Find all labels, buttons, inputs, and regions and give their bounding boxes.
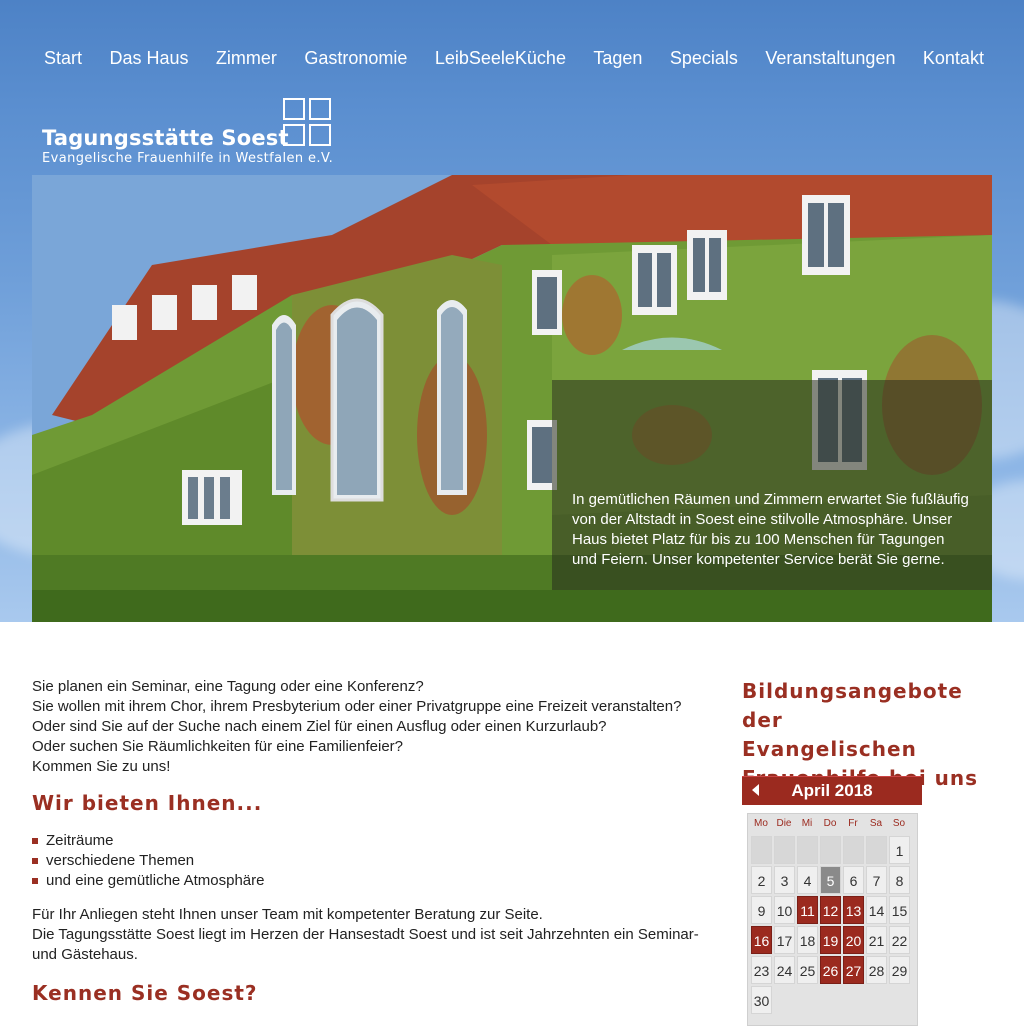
sidebar-heading-line: Evangelischen	[742, 737, 917, 761]
weekday-label: Die	[776, 818, 792, 829]
calendar-day: 6	[843, 866, 864, 894]
calendar-empty-cell	[797, 836, 818, 864]
team-text: Für Ihr Anliegen steht Ihnen unser Team …	[32, 905, 722, 965]
nav-item-kontakt[interactable]: Kontakt	[913, 46, 994, 71]
nav-item-dashaus[interactable]: Das Haus	[99, 46, 198, 71]
calendar-empty-cell	[774, 836, 795, 864]
calendar-day: 17	[774, 926, 795, 954]
calendar-day: 3	[774, 866, 795, 894]
calendar-empty-cell	[843, 836, 864, 864]
intro-line: Oder sind Sie auf der Suche nach einem Z…	[32, 718, 607, 735]
calendar: Mo Die Mi Do Fr Sa So 1 2 3 4 5 6 7 8 9 10 11 12 13 14 15 16 17…	[747, 813, 918, 1026]
nav-item-gastronomie[interactable]: Gastronomie	[294, 46, 417, 71]
main-content: Sie planen ein Seminar, eine Tagung oder…	[32, 677, 722, 1003]
intro-line: Sie wollen mit ihrem Chor, ihrem Presbyt…	[32, 698, 682, 715]
calendar-day: 5	[820, 866, 841, 894]
nav-item-zimmer[interactable]: Zimmer	[206, 46, 287, 71]
hero-image: In gemütlichen Räumen und Zimmern erwart…	[32, 175, 992, 622]
calendar-empty-cell	[820, 836, 841, 864]
calendar-empty-cell	[866, 836, 887, 864]
calendar-day: 25	[797, 956, 818, 984]
main-nav: Start Das Haus Zimmer Gastronomie LeibSeeleK…	[34, 46, 994, 71]
soest-heading: Kennen Sie Soest?	[32, 981, 258, 1005]
offer-heading: Wir bieten Ihnen...	[32, 791, 263, 815]
calendar-day: 4	[797, 866, 818, 894]
calendar-day: 30	[751, 986, 772, 1014]
calendar-day: 15	[889, 896, 910, 924]
weekday-label: Sa	[869, 818, 883, 829]
offer-item: verschiedene Themen	[32, 851, 722, 871]
nav-item-start[interactable]: Start	[34, 46, 92, 71]
calendar-day: 9	[751, 896, 772, 924]
calendar-day[interactable]: 13	[843, 896, 864, 924]
offer-item: und eine gemütliche Atmosphäre	[32, 871, 722, 891]
nav-item-specials[interactable]: Specials	[660, 46, 748, 71]
calendar-day[interactable]: 11	[797, 896, 818, 924]
team-line: Für Ihr Anliegen steht Ihnen unser Team …	[32, 906, 543, 923]
calendar-day: 29	[889, 956, 910, 984]
intro-line: Kommen Sie zu uns!	[32, 758, 171, 775]
logo-squares-icon	[283, 98, 335, 150]
calendar-day: 7	[866, 866, 887, 894]
nav-item-tagen[interactable]: Tagen	[583, 46, 652, 71]
calendar-day: 14	[866, 896, 887, 924]
calendar-day[interactable]: 27	[843, 956, 864, 984]
calendar-month: April 2018	[791, 781, 873, 800]
intro-line: Oder suchen Sie Räumlichkeiten für eine …	[32, 738, 404, 755]
calendar-day: 8	[889, 866, 910, 894]
calendar-day[interactable]: 12	[820, 896, 841, 924]
weekday-label: Do	[823, 818, 837, 829]
logo-subtitle: Evangelische Frauenhilfe in Westfalen e.…	[42, 151, 334, 166]
weekday-label: Fr	[848, 818, 858, 829]
calendar-day[interactable]: 19	[820, 926, 841, 954]
hero-caption-box: In gemütlichen Räumen und Zimmern erwart…	[552, 380, 992, 590]
nav-item-veranstaltungen[interactable]: Veranstaltungen	[755, 46, 905, 71]
calendar-day[interactable]: 16	[751, 926, 772, 954]
calendar-day: 1	[889, 836, 910, 864]
calendar-empty-cell	[751, 836, 772, 864]
calendar-day[interactable]: 20	[843, 926, 864, 954]
sidebar-heading-line: Bildungsangebote der	[742, 679, 963, 732]
team-line: Die Tagungsstätte Soest liegt im Herzen …	[32, 926, 699, 963]
weekday-label: Mi	[801, 818, 813, 829]
calendar-day: 28	[866, 956, 887, 984]
weekday-label: So	[892, 818, 906, 829]
calendar-day: 21	[866, 926, 887, 954]
calendar-day: 2	[751, 866, 772, 894]
intro-line: Sie planen ein Seminar, eine Tagung oder…	[32, 678, 424, 695]
calendar-day: 23	[751, 956, 772, 984]
nav-item-leibseeleküche[interactable]: LeibSeeleKüche	[425, 46, 576, 71]
weekday-label: Mo	[754, 818, 768, 829]
calendar-header: April 2018	[742, 776, 922, 805]
calendar-day: 22	[889, 926, 910, 954]
calendar-day: 24	[774, 956, 795, 984]
calendar-day[interactable]: 26	[820, 956, 841, 984]
offer-item: Zeiträume	[32, 831, 722, 851]
hero-caption: In gemütlichen Räumen und Zimmern erwart…	[572, 491, 969, 568]
intro-text: Sie planen ein Seminar, eine Tagung oder…	[32, 677, 722, 777]
calendar-day: 18	[797, 926, 818, 954]
calendar-day: 10	[774, 896, 795, 924]
header-banner: Start Das Haus Zimmer Gastronomie LeibSeeleK…	[0, 0, 1024, 622]
offer-list: Zeiträume verschiedene Themen und eine gem…	[32, 831, 722, 891]
